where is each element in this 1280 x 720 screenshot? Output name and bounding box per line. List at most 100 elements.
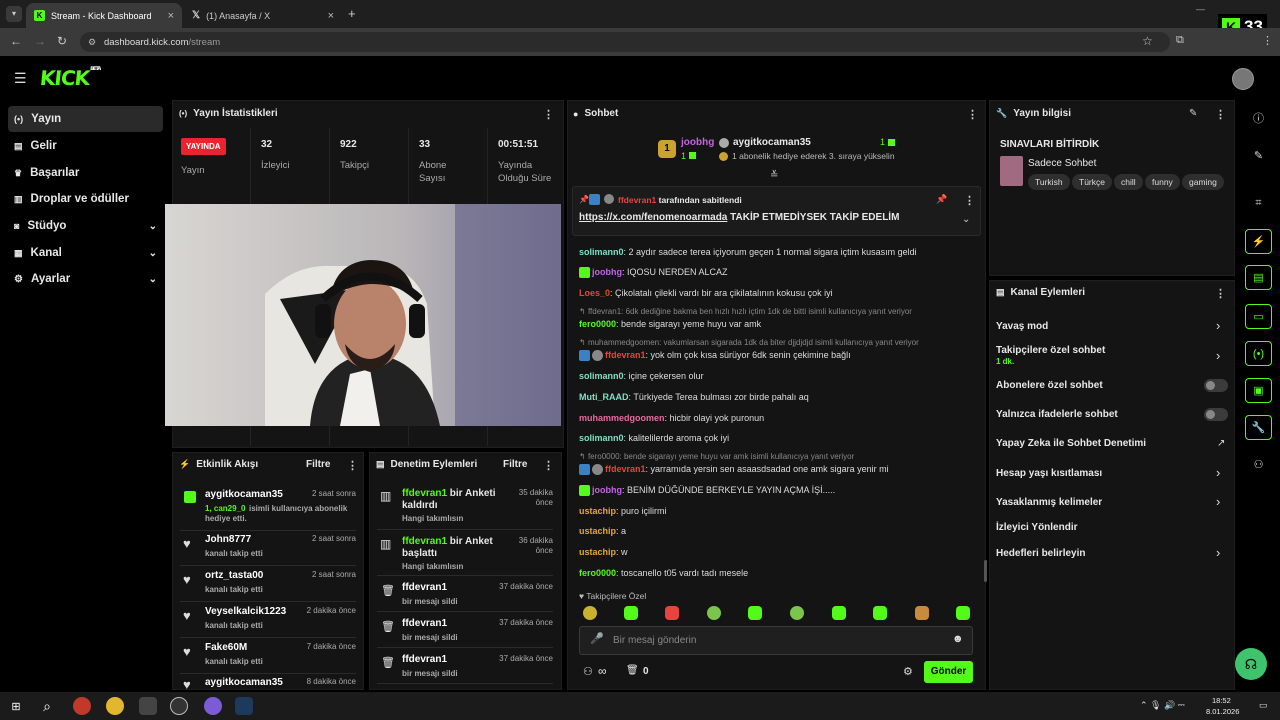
hamburger-menu-icon[interactable]: ☰ [14,70,27,87]
collapse-icon[interactable]: ≚ [770,170,778,181]
action-account-age[interactable]: Hesap yaşı kısıtlaması [996,468,1102,479]
chevron-right-icon[interactable]: › [1216,465,1220,480]
users-icon[interactable]: ⚇ [1245,452,1272,477]
chat-input[interactable]: Bir mesaj gönderin [613,635,696,646]
emote-icon[interactable] [790,606,804,620]
chat-scrollbar[interactable] [984,560,987,582]
chat-username[interactable]: fero0000 [579,319,616,329]
pencil-icon[interactable]: ✎ [1245,143,1272,168]
chat-username[interactable]: Loes_0 [579,288,610,298]
chat-username[interactable]: Muti_RAAD [579,392,629,402]
tab-kick-dashboard[interactable]: K Stream - Kick Dashboard × [26,3,182,28]
more-options-icon[interactable]: ⋮ [543,108,554,121]
chevron-down-icon[interactable]: ⌄ [962,214,970,225]
action-set-goals[interactable]: Hedefleri belirleyin [996,548,1085,559]
microphone-icon[interactable]: 🎤 [590,632,604,645]
emote-icon[interactable] [665,606,679,620]
activity-filter-button[interactable]: Filtre [306,459,330,470]
more-options-icon[interactable]: ⋮ [964,194,975,207]
crop-icon[interactable]: ⌗ [1245,191,1272,216]
info-icon[interactable]: ⓘ [1245,105,1272,130]
chat-username[interactable]: ffdevran1 [605,350,646,360]
obs-app-icon[interactable] [170,697,188,715]
sidebar-item-studyo[interactable]: ◙ Stüdyo ⌄ [8,213,163,239]
more-options-icon[interactable]: ⋮ [347,459,358,472]
more-options-icon[interactable]: ⋮ [1215,287,1226,300]
tag[interactable]: gaming [1182,174,1224,190]
wrench-icon[interactable]: 🔧 [1245,415,1272,440]
action-followers-only[interactable]: Takipçilere özel sohbet [996,345,1105,356]
back-icon[interactable]: ← [10,34,22,48]
sidebar-item-kanal[interactable]: ▦ Kanal ⌄ [8,240,163,266]
action-ai-moderation[interactable]: Yapay Zeka ile Sohbet Denetimi [996,438,1146,449]
chevron-right-icon[interactable]: › [1216,348,1220,363]
emote-icon[interactable] [915,606,929,620]
chevron-right-icon[interactable]: › [1216,494,1220,509]
action-banned-words[interactable]: Yasaklanmış kelimeler [996,497,1102,508]
chat-username[interactable]: joobhg [592,267,622,277]
emote-icon[interactable] [748,606,762,620]
queue-icon[interactable]: ▣ [1245,378,1272,403]
emote-icon[interactable] [832,606,846,620]
close-tab-icon[interactable]: × [168,10,174,22]
tab-x-home[interactable]: 𝕏 (1) Anasayfa / X × [184,3,342,28]
emote-icon[interactable] [624,606,638,620]
chrome-app-icon[interactable] [106,697,124,715]
send-button[interactable]: Gönder [924,661,973,683]
chat-username[interactable]: solimann0 [579,433,624,443]
chat-username[interactable]: muhammedgoomen [579,413,665,423]
sidebar-item-ayarlar[interactable]: ⚙ Ayarlar ⌄ [8,266,163,292]
chat-username[interactable]: ustachip [579,526,616,536]
chat-settings-icon[interactable]: ⚙ [903,665,913,678]
chat-username[interactable]: ustachip [579,506,616,516]
emote-icon[interactable] [583,606,597,620]
sidebar-item-droplar[interactable]: ▥ Droplar ve ödüller [8,186,163,212]
tab-search-button[interactable]: ▾ [6,6,22,22]
kick-logo[interactable]: KICKBETA [39,66,101,90]
lightning-icon[interactable]: ⚡ [1245,229,1272,254]
emote-icon[interactable] [873,606,887,620]
unpin-icon[interactable]: 📌 [936,194,947,205]
chevron-right-icon[interactable]: › [1216,545,1220,560]
app-icon[interactable] [204,697,222,715]
tag[interactable]: funny [1145,174,1180,190]
emoji-icon[interactable]: ☻ [952,633,964,645]
chat-username[interactable]: joobhg [592,485,622,495]
moderation-filter-button[interactable]: Filtre [503,459,527,470]
chat-bubble-icon[interactable]: ▭ [1245,304,1272,329]
app-icon[interactable] [139,697,157,715]
chat-username[interactable]: solimann0 [579,371,624,381]
steam-app-icon[interactable] [235,697,253,715]
valorant-app-icon[interactable] [73,697,91,715]
sidebar-item-gelir[interactable]: ▤ Gelir [8,133,163,159]
chat-username[interactable]: ustachip [579,547,616,557]
action-subscribers-only[interactable]: Abonelere özel sohbet [996,380,1103,391]
action-slow-mode[interactable]: Yavaş mod [996,321,1048,332]
users-icon[interactable]: ⚇ [583,665,593,678]
chat-username[interactable]: solimann0 [579,247,624,257]
emote-icon[interactable] [956,606,970,620]
reload-icon[interactable]: ↻ [57,34,67,48]
pinned-link[interactable]: https://x.com/fenomenoarmada [579,212,727,223]
site-info-icon[interactable]: ⚙ [88,37,96,48]
avatar[interactable] [1232,68,1254,90]
action-raid[interactable]: İzleyici Yönlendir [996,522,1078,533]
bookmark-star-icon[interactable]: ☆ [1142,34,1153,48]
browser-menu-icon[interactable]: ⋮ [1262,34,1273,47]
tag[interactable]: Türkçe [1072,174,1112,190]
tag[interactable]: Turkish [1028,174,1070,190]
forward-icon[interactable]: → [34,34,46,48]
chevron-right-icon[interactable]: › [1216,318,1220,333]
emote-only-toggle[interactable] [1204,408,1228,421]
close-tab-icon[interactable]: × [328,10,334,22]
more-options-icon[interactable]: ⋮ [543,459,554,472]
chat-username[interactable]: ffdevran1 [605,464,646,474]
subscribers-only-toggle[interactable] [1204,379,1228,392]
search-icon[interactable]: ⌕ [38,697,56,715]
external-link-icon[interactable]: ↗ [1217,438,1225,449]
more-options-icon[interactable]: ⋮ [1215,108,1226,121]
emote-icon[interactable] [707,606,721,620]
extensions-icon[interactable]: ⧉ [1176,34,1184,47]
new-tab-button[interactable]: + [348,6,356,21]
address-bar[interactable]: dashboard.kick.com/stream [80,32,1170,52]
